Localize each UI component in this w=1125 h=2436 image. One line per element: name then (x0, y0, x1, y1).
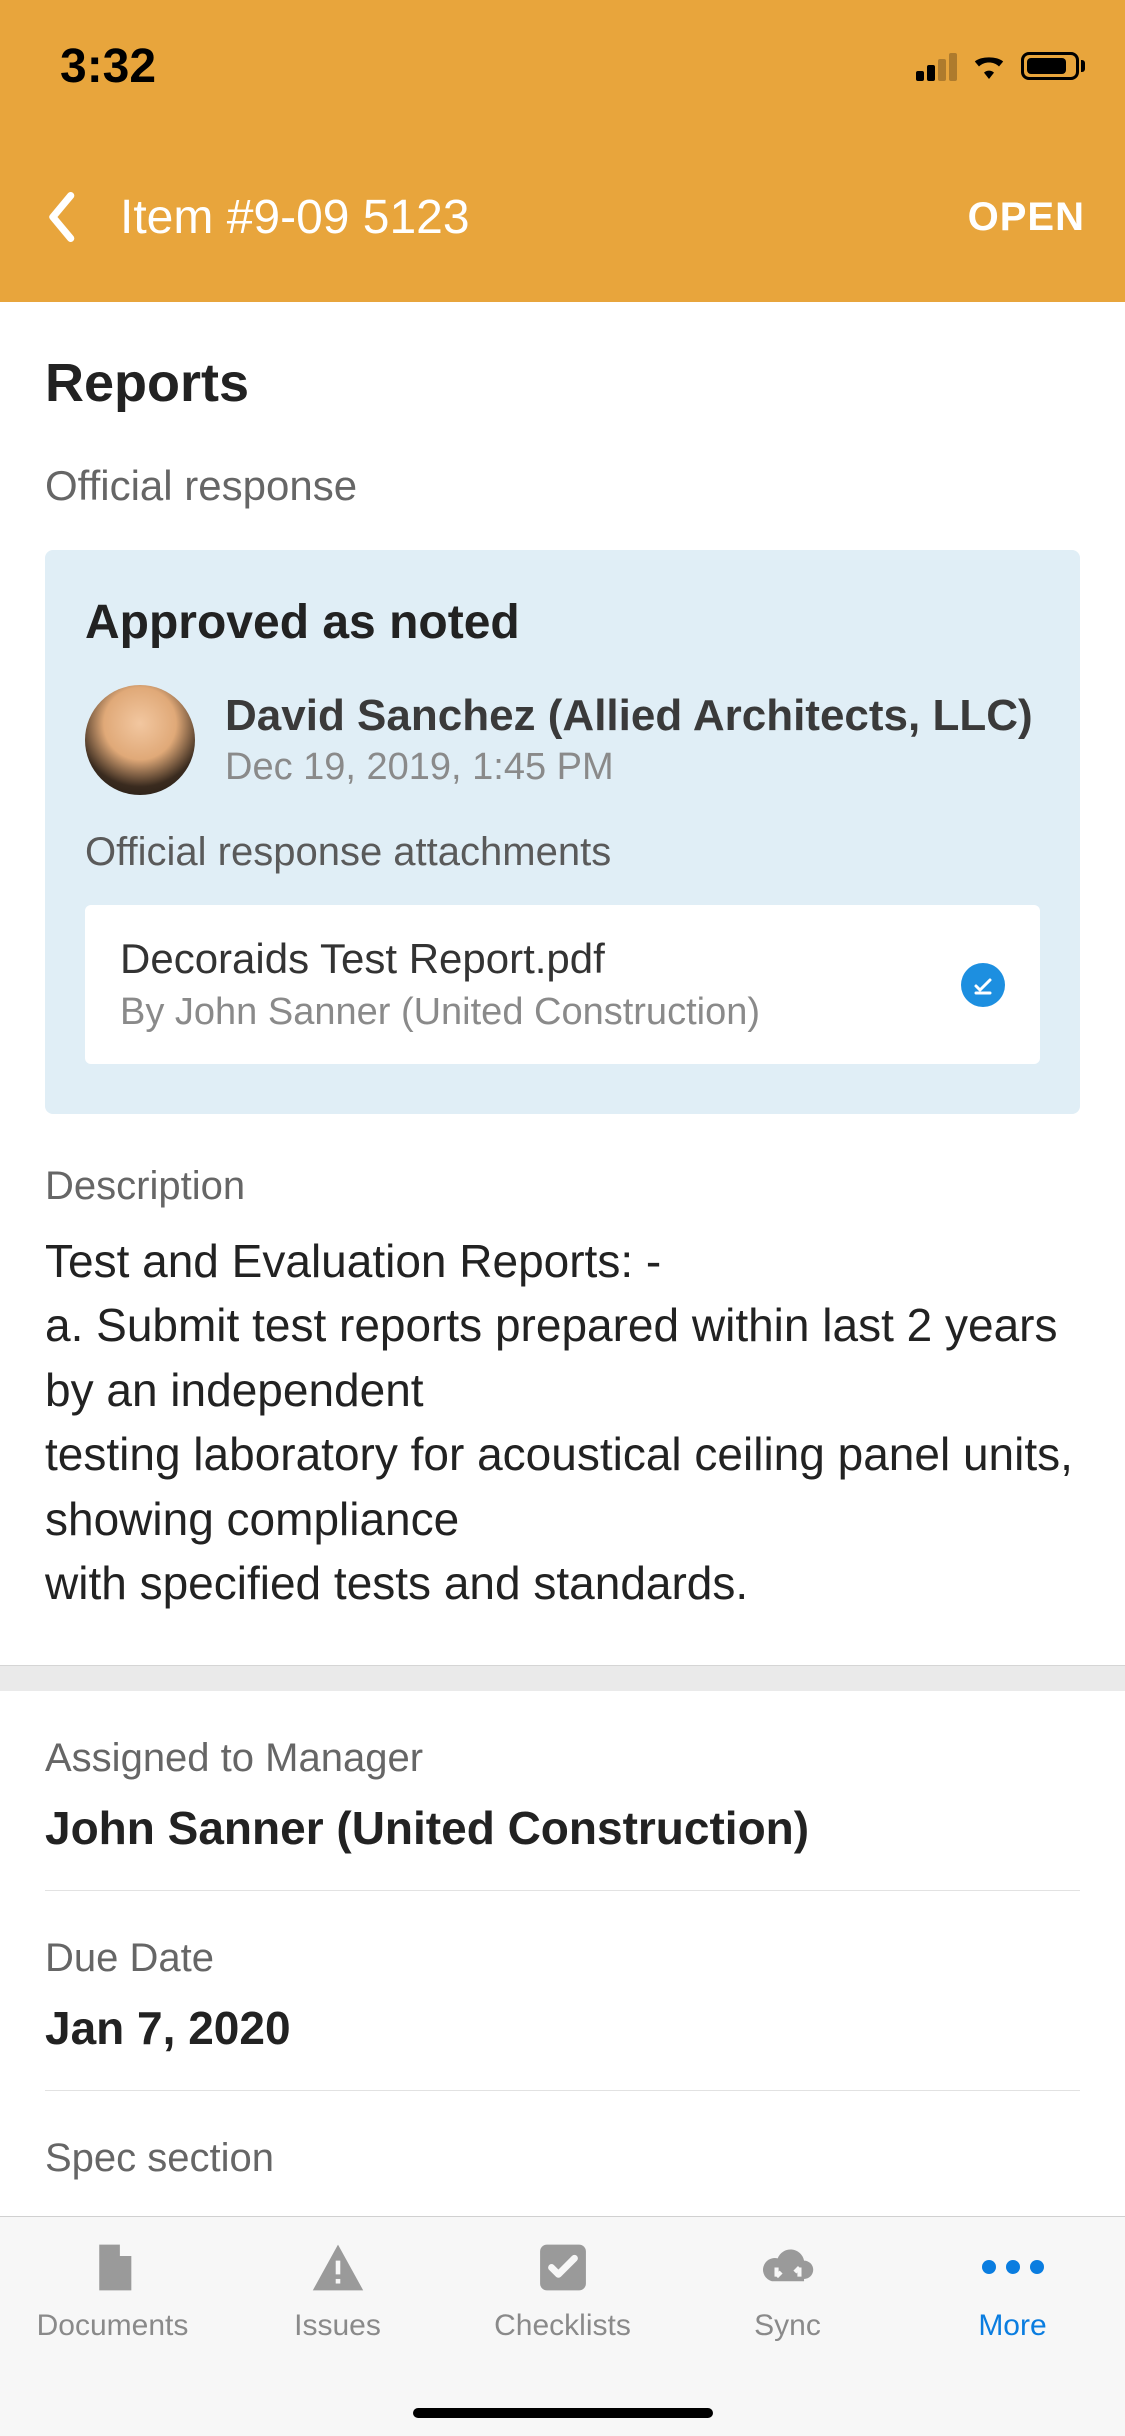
tab-sync[interactable]: Sync (675, 2237, 900, 2436)
battery-icon (1021, 52, 1085, 80)
official-response-card: Approved as noted David Sanchez (Allied … (45, 550, 1080, 1114)
tab-label: Sync (754, 2309, 821, 2343)
attachments-label: Official response attachments (85, 830, 1040, 875)
responder-name: David Sanchez (Allied Architects, LLC) (225, 691, 1033, 741)
tab-more[interactable]: More (900, 2237, 1125, 2436)
description-body: Test and Evaluation Reports: - a. Submit… (45, 1229, 1080, 1615)
responder-date: Dec 19, 2019, 1:45 PM (225, 746, 1033, 789)
more-icon (978, 2237, 1048, 2297)
avatar (85, 685, 195, 795)
tab-bar: Documents Issues Checklists Sync More (0, 2216, 1125, 2436)
document-icon (78, 2237, 148, 2297)
due-date-label: Due Date (45, 1936, 1080, 1981)
assigned-to-label: Assigned to Manager (45, 1736, 1080, 1781)
navigation-header: Item #9-09 5123 OPEN (0, 132, 1125, 302)
description-label: Description (45, 1164, 1080, 1209)
assigned-to-section[interactable]: Assigned to Manager John Sanner (United … (45, 1691, 1080, 1891)
home-indicator[interactable] (413, 2408, 713, 2418)
header-status-badge: OPEN (968, 195, 1085, 240)
tab-checklists[interactable]: Checklists (450, 2237, 675, 2436)
attachment-uploader: By John Sanner (United Construction) (120, 991, 760, 1034)
back-button[interactable] (40, 187, 80, 247)
spec-section[interactable]: Spec section (45, 2091, 1080, 2216)
checkbox-icon (528, 2237, 598, 2297)
official-response-label: Official response (45, 462, 1080, 510)
cloud-sync-icon (753, 2237, 823, 2297)
content-scroll[interactable]: Reports Official response Approved as no… (0, 302, 1125, 2216)
wifi-icon (969, 48, 1009, 85)
attachment-name: Decoraids Test Report.pdf (120, 935, 760, 983)
download-complete-icon (961, 963, 1005, 1007)
tab-label: More (978, 2309, 1046, 2343)
page-title: Reports (45, 352, 1080, 414)
tab-label: Documents (37, 2309, 189, 2343)
tab-issues[interactable]: Issues (225, 2237, 450, 2436)
section-divider (0, 1665, 1125, 1691)
tab-label: Checklists (494, 2309, 631, 2343)
response-status: Approved as noted (85, 595, 1040, 650)
status-time: 3:32 (60, 39, 156, 94)
due-date-value: Jan 7, 2020 (45, 2001, 1080, 2055)
tab-documents[interactable]: Documents (0, 2237, 225, 2436)
assigned-to-value: John Sanner (United Construction) (45, 1801, 1080, 1855)
due-date-section[interactable]: Due Date Jan 7, 2020 (45, 1891, 1080, 2091)
status-icons (916, 48, 1085, 85)
tab-label: Issues (294, 2309, 381, 2343)
page-header-title: Item #9-09 5123 (120, 190, 470, 245)
cellular-signal-icon (916, 51, 957, 81)
warning-icon (303, 2237, 373, 2297)
attachment-item[interactable]: Decoraids Test Report.pdf By John Sanner… (85, 905, 1040, 1064)
spec-section-label: Spec section (45, 2136, 1080, 2181)
status-bar: 3:32 (0, 0, 1125, 132)
